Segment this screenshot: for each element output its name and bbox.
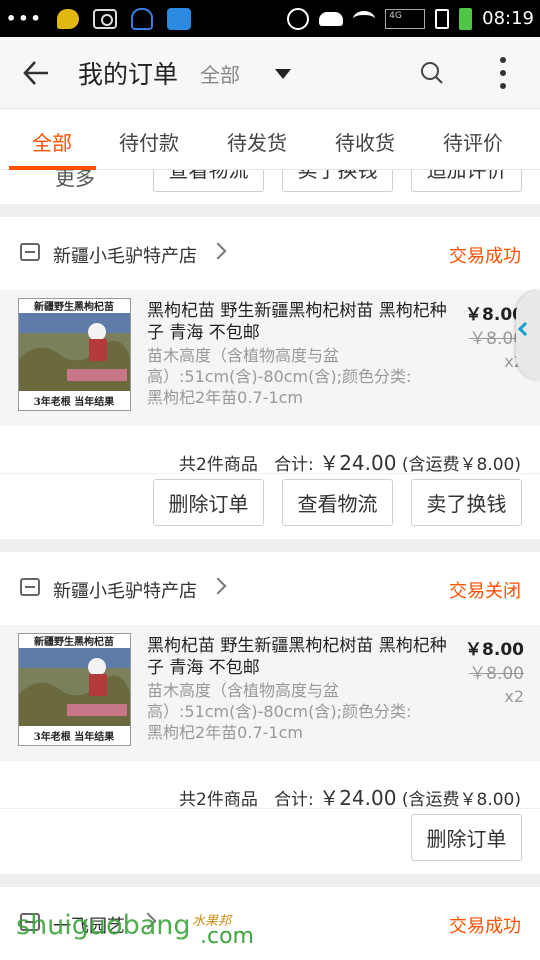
thumb-caption-top: 新疆野生黑枸杞苗 bbox=[34, 635, 114, 648]
tab-pending-payment[interactable]: 待付款 bbox=[119, 127, 179, 156]
shop-icon bbox=[20, 243, 40, 261]
shop-header[interactable]: 新疆小毛驴特产店 交易成功 bbox=[0, 217, 540, 290]
order-item[interactable]: 新疆野生黑枸杞苗 3年老根 当年结果 黑枸杞苗 野生新疆黑枸杞树苗 黑枸杞种子 … bbox=[0, 290, 540, 426]
product-spec: 苗木高度（含植物高度与盆高）:51cm(含)-80cm(含);颜色分类:黑枸杞2… bbox=[147, 346, 412, 407]
track-shipment-button[interactable]: 查看物流 bbox=[153, 170, 264, 192]
order-card: 新疆小毛驴特产店 交易关闭 新疆野生黑枸杞苗 3年老根 当年结果 黑枸杞苗 野生… bbox=[0, 552, 540, 874]
product-thumbnail[interactable]: 新疆野生黑枸杞苗 3年老根 当年结果 bbox=[18, 633, 131, 746]
more-vertical-icon[interactable] bbox=[499, 57, 507, 89]
watermark-text: shuiguobang bbox=[16, 910, 191, 941]
camera-icon bbox=[92, 8, 117, 29]
item-count: 共2件商品 bbox=[179, 790, 258, 810]
shipping-fee: (含运费￥8.00) bbox=[401, 455, 521, 475]
shop-name[interactable]: 新疆小毛驴特产店 bbox=[53, 577, 197, 603]
status-bar: ••• 4G 08:19 bbox=[0, 0, 540, 37]
product-price: ￥8.00 bbox=[465, 640, 524, 660]
previous-order-actions: 更多 查看物流 卖了换钱 追加评价 bbox=[0, 170, 540, 204]
status-time: 08:19 bbox=[482, 8, 534, 29]
wifi-icon bbox=[353, 10, 376, 27]
more-dots-icon: ••• bbox=[6, 9, 43, 28]
thumb-caption-top: 新疆野生黑枸杞苗 bbox=[34, 300, 114, 313]
side-drawer-handle[interactable] bbox=[516, 290, 540, 380]
search-icon[interactable] bbox=[420, 61, 444, 85]
order-status: 交易成功 bbox=[449, 246, 521, 267]
product-spec: 苗木高度（含植物高度与盆高）:51cm(含)-80cm(含);颜色分类:黑枸杞2… bbox=[147, 681, 412, 742]
shop-name[interactable]: 新疆小毛驴特产店 bbox=[53, 242, 197, 268]
order-actions: 删除订单 bbox=[0, 808, 540, 880]
order-actions: 删除订单 查看物流 卖了换钱 bbox=[0, 473, 540, 545]
page-title: 我的订单 bbox=[78, 60, 179, 89]
total-label: 合计: bbox=[274, 455, 314, 475]
dropdown-caret-icon[interactable] bbox=[275, 69, 291, 79]
back-arrow-icon[interactable] bbox=[22, 59, 50, 87]
order-item[interactable]: 新疆野生黑枸杞苗 3年老根 当年结果 黑枸杞苗 野生新疆黑枸杞树苗 黑枸杞种子 … bbox=[0, 625, 540, 761]
chevron-right-icon bbox=[209, 242, 227, 260]
weather-icon bbox=[166, 7, 191, 30]
shop-header[interactable]: 新疆小毛驴特产店 交易关闭 bbox=[0, 552, 540, 625]
order-status: 交易关闭 bbox=[449, 581, 521, 602]
sim-icon bbox=[435, 8, 450, 29]
tab-pending-shipment[interactable]: 待发货 bbox=[227, 127, 287, 156]
delete-order-button[interactable]: 删除订单 bbox=[411, 814, 522, 861]
tab-pending-receipt[interactable]: 待收货 bbox=[335, 127, 395, 156]
total-amount: ￥24.00 bbox=[319, 451, 397, 475]
tab-all[interactable]: 全部 bbox=[32, 127, 72, 156]
bell-icon bbox=[130, 7, 153, 30]
more-link[interactable]: 更多 bbox=[55, 170, 95, 191]
delete-order-button[interactable]: 删除订单 bbox=[153, 479, 264, 526]
product-thumbnail[interactable]: 新疆野生黑枸杞苗 3年老根 当年结果 bbox=[18, 298, 131, 411]
chevron-left-icon bbox=[517, 321, 533, 337]
alarm-icon bbox=[287, 7, 310, 30]
product-title: 黑枸杞苗 野生新疆黑枸杞树苗 黑枸杞种子 青海 不包邮 bbox=[147, 636, 447, 678]
app-bar: 我的订单 全部 bbox=[0, 37, 540, 108]
tab-pending-review[interactable]: 待评价 bbox=[443, 127, 503, 156]
product-quantity: x2 bbox=[504, 687, 524, 706]
order-filter-label[interactable]: 全部 bbox=[200, 59, 240, 88]
total-amount: ￥24.00 bbox=[319, 786, 397, 810]
resell-button[interactable]: 卖了换钱 bbox=[282, 170, 393, 192]
product-title: 黑枸杞苗 野生新疆黑枸杞树苗 黑枸杞种子 青海 不包邮 bbox=[147, 301, 447, 343]
thumb-caption-bottom: 3年老根 当年结果 bbox=[34, 395, 115, 408]
order-tabs: 全部 待付款 待发货 待收货 待评价 bbox=[0, 108, 540, 170]
thumb-caption-bottom: 3年老根 当年结果 bbox=[34, 730, 115, 743]
shipping-fee: (含运费￥8.00) bbox=[401, 790, 521, 810]
battery-icon bbox=[459, 7, 473, 30]
total-label: 合计: bbox=[274, 790, 314, 810]
resell-button[interactable]: 卖了换钱 bbox=[411, 479, 522, 526]
chevron-right-icon bbox=[209, 577, 227, 595]
signal-icon: 4G bbox=[385, 8, 426, 29]
order-card: 新疆小毛驴特产店 交易成功 新疆野生黑枸杞苗 3年老根 当年结果 黑枸杞苗 野生… bbox=[0, 217, 540, 539]
append-review-button[interactable]: 追加评价 bbox=[411, 170, 522, 192]
product-original-price: ￥8.00 bbox=[469, 664, 524, 684]
cloud-icon bbox=[319, 11, 344, 26]
watermark-suffix: .com bbox=[200, 924, 254, 949]
chat-icon bbox=[56, 8, 79, 29]
order-status: 交易成功 bbox=[449, 916, 521, 937]
order-list[interactable]: 更多 查看物流 卖了换钱 追加评价 新疆小毛驴特产店 交易成功 新疆野生黑枸杞苗… bbox=[0, 170, 540, 960]
track-shipment-button[interactable]: 查看物流 bbox=[282, 479, 393, 526]
shop-icon bbox=[20, 578, 40, 596]
item-count: 共2件商品 bbox=[179, 455, 258, 475]
